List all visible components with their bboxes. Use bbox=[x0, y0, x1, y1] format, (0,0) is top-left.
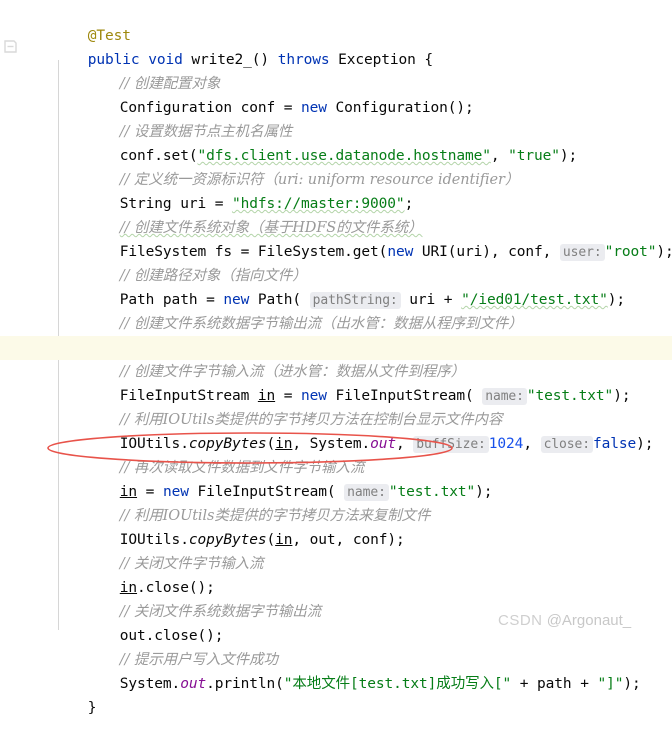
watermark: CSDN @Argonaut_ bbox=[498, 612, 631, 629]
code-line[interactable]: // 关闭文件系统数据字节输出流 bbox=[0, 576, 672, 620]
code-line[interactable]: conf.set("dfs.client.use.datanode.hostna… bbox=[0, 120, 672, 164]
code-line[interactable]: // 创建文件系统对象（基于HDFS的文件系统） bbox=[0, 192, 672, 236]
code-line[interactable]: FSDataOutputStream out = fs.create(path)… bbox=[0, 312, 672, 356]
code-line[interactable]: // 创建文件系统数据字节输出流（出水管：数据从程序到文件） bbox=[0, 288, 672, 332]
code-line[interactable]: // 定义统一资源标识符（uri: uniform resource ident… bbox=[0, 144, 672, 188]
code-line[interactable]: @Test bbox=[0, 0, 672, 44]
code-line[interactable]: FileSystem fs = FileSystem.get(new URI(u… bbox=[0, 216, 672, 261]
code-line[interactable]: // 利用IOUtils类提供的字节拷贝方法来复制文件 bbox=[0, 480, 672, 524]
code-editor[interactable]: @Test public void write2_() throws Excep… bbox=[0, 0, 672, 716]
code-line-annotated[interactable]: in = new FileInputStream( name: "test.txt… bbox=[0, 456, 672, 501]
code-line[interactable]: public void write2_() throws Exception { bbox=[0, 24, 672, 68]
code-line[interactable]: // 设置数据节点主机名属性 bbox=[0, 96, 672, 140]
code-line-highlighted[interactable]: // 创建文件字节输入流（进水管：数据从文件到程序） bbox=[0, 336, 672, 380]
code-line[interactable]: in.close(); bbox=[0, 552, 672, 596]
code-line[interactable]: System.out.println("本地文件[test.txt]成功写入["… bbox=[0, 648, 672, 692]
code-line[interactable]: } bbox=[0, 672, 672, 716]
code-line[interactable]: // 创建配置对象 bbox=[0, 48, 672, 92]
code-line[interactable]: // 再次读取文件数据到文件字节输入流 bbox=[0, 432, 672, 476]
code-line[interactable]: // 利用IOUtils类提供的字节拷贝方法在控制台显示文件内容 bbox=[0, 384, 672, 428]
code-line[interactable]: Path path = new Path( pathString: uri + … bbox=[0, 264, 672, 309]
code-line[interactable]: Configuration conf = new Configuration()… bbox=[0, 72, 672, 116]
code-line[interactable]: IOUtils.copyBytes(in, System.out, buffSi… bbox=[0, 408, 672, 453]
code-line[interactable]: // 关闭文件字节输入流 bbox=[0, 528, 672, 572]
code-line[interactable]: IOUtils.copyBytes(in, out, conf); bbox=[0, 504, 672, 548]
code-line[interactable]: // 创建路径对象（指向文件） bbox=[0, 240, 672, 284]
code-line[interactable]: FileInputStream in = new FileInputStream… bbox=[0, 360, 672, 405]
brace-close: } bbox=[87, 700, 97, 716]
watermark-handle: @Argonaut_ bbox=[546, 612, 632, 629]
code-lines[interactable]: @Test public void write2_() throws Excep… bbox=[0, 0, 672, 716]
code-line[interactable]: String uri = "hdfs://master:9000"; bbox=[0, 168, 672, 212]
watermark-brand: CSDN bbox=[498, 612, 543, 629]
